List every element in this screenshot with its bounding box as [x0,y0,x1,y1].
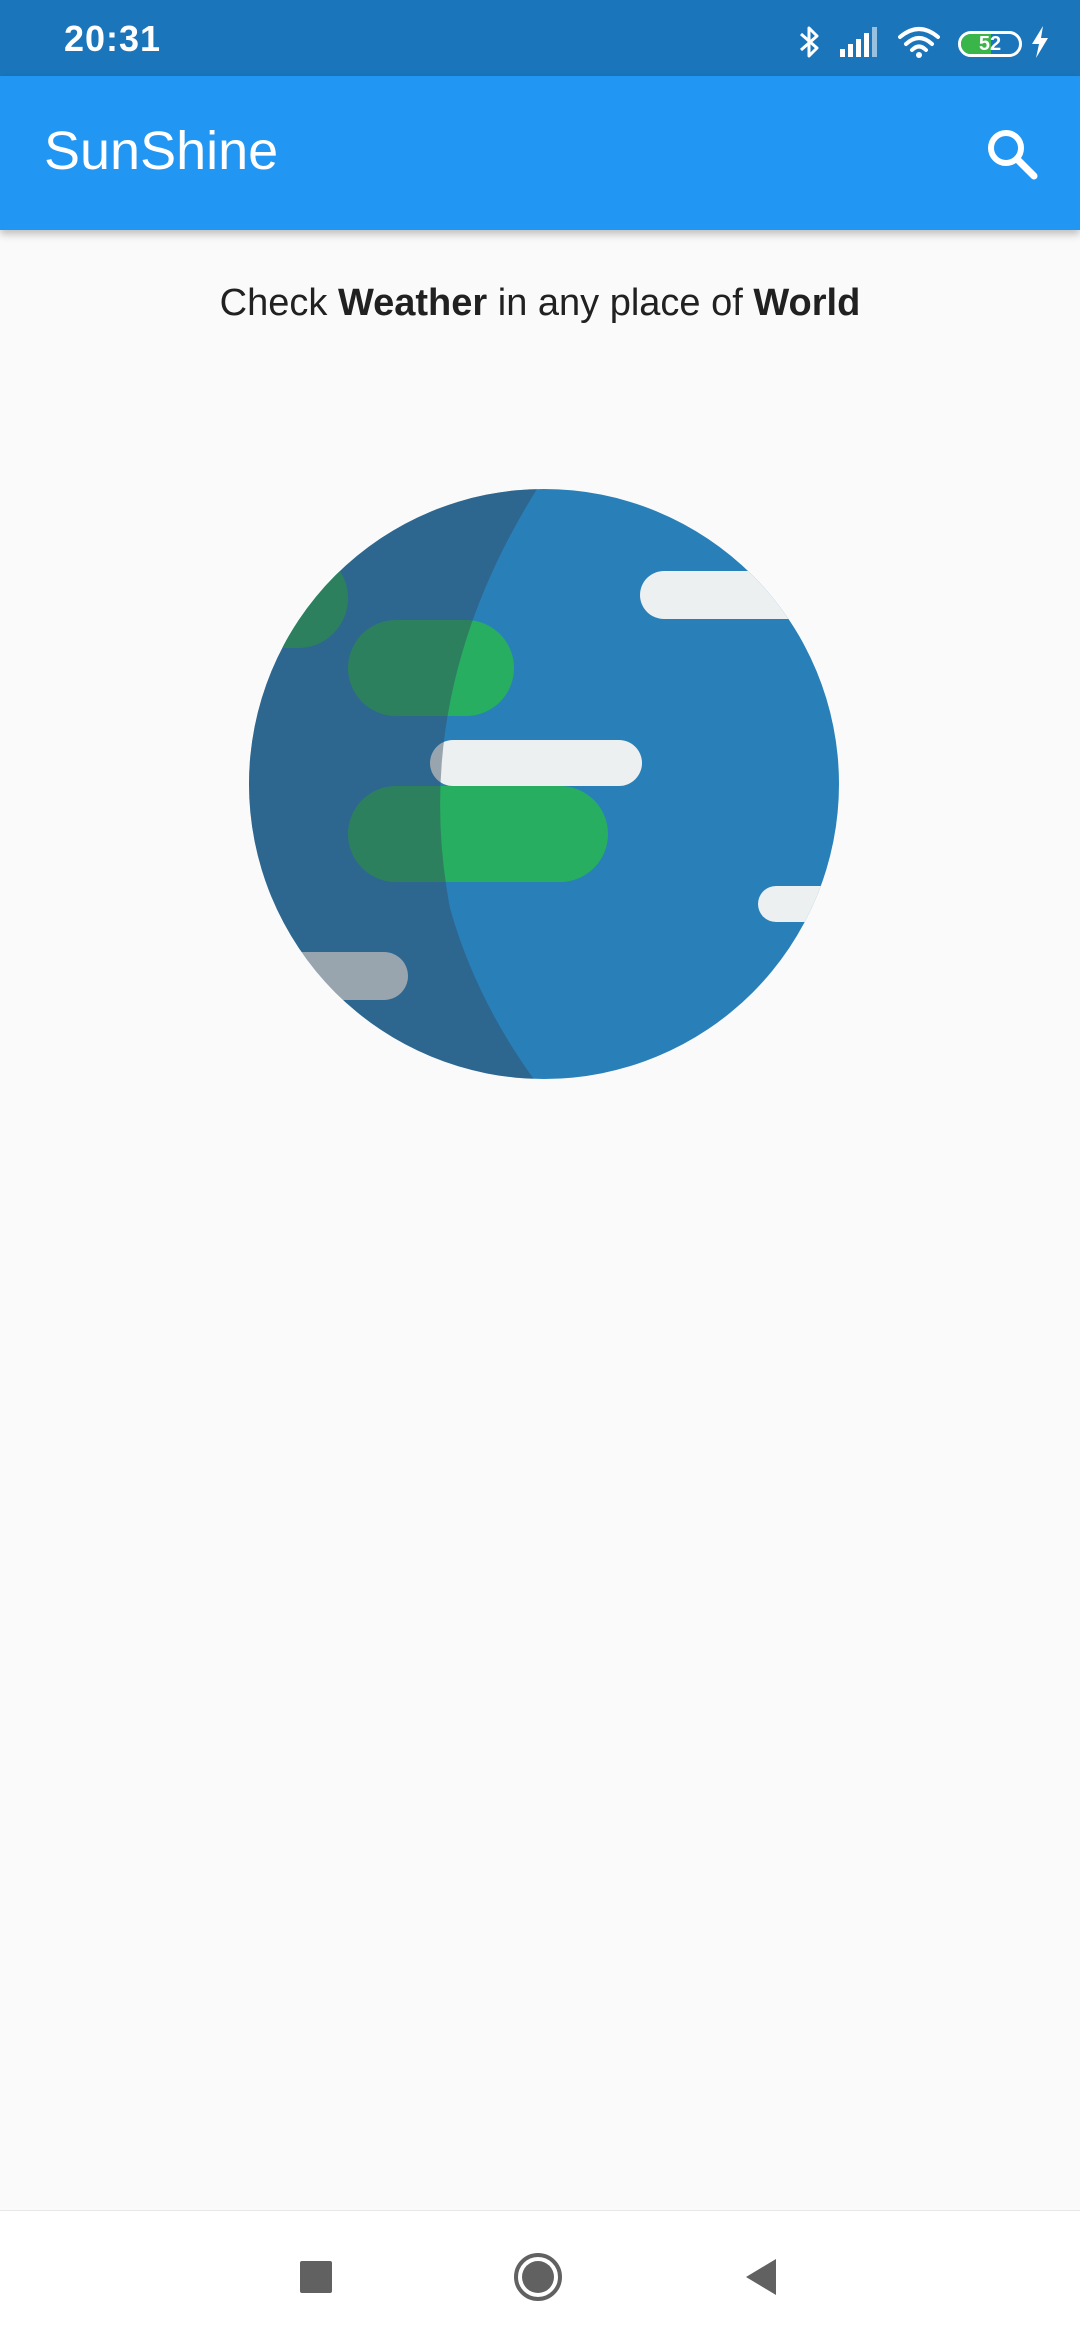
status-time: 20:31 [64,18,162,59]
home-button[interactable] [512,2251,564,2303]
wifi-icon [898,26,940,63]
back-button[interactable] [736,2251,788,2303]
back-triangle-icon [746,2259,776,2295]
search-icon [988,130,1038,180]
charging-icon [1030,25,1050,63]
battery-level-text: 52 [978,33,1002,55]
cloud-right [758,886,839,922]
status-bar: 20:31 52 [0,0,1080,76]
tagline-part2: in any place of [487,282,754,324]
bluetooth-icon [798,24,822,65]
cloud-center [430,740,642,786]
cloud-top-right [640,571,839,619]
system-nav-bar [0,2210,1080,2340]
search-button[interactable] [980,122,1044,186]
app-bar: SunShine [0,76,1080,230]
recents-button[interactable] [290,2251,342,2303]
app-title: SunShine [44,121,279,181]
tagline-world: World [753,282,861,324]
tagline: Check Weather in any place of World [0,282,1080,325]
signal-icon [840,26,880,62]
tagline-part1: Check [219,282,338,324]
tagline-weather: Weather [337,282,488,324]
recents-square-icon [300,2261,332,2293]
battery-icon: 52 [958,31,1022,57]
home-circle-icon [514,2253,562,2301]
status-icons: 52 [780,24,1050,64]
screen: 20:31 52 SunShine Check Weather in any p… [0,0,1080,2340]
globe-illustration [248,488,840,1080]
